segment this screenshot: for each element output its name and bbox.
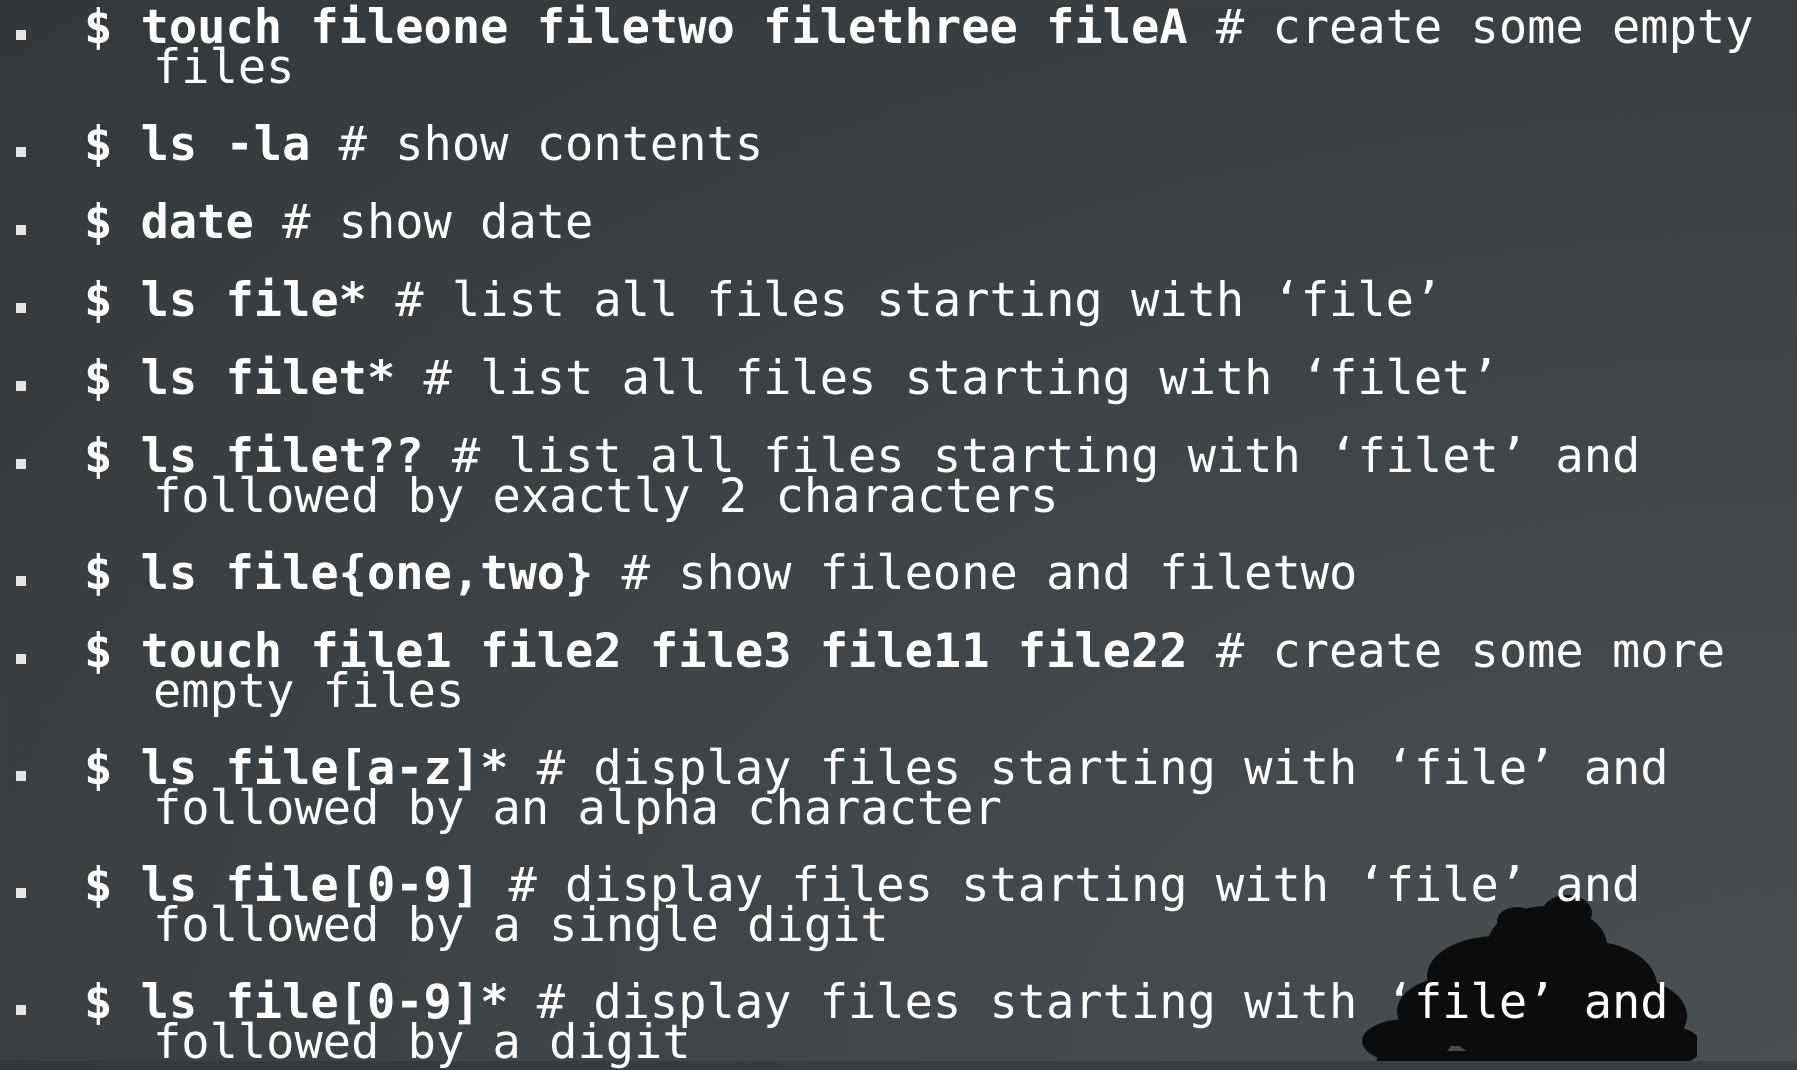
slide: $ touch fileone filetwo filethree fileA … (0, 0, 1797, 1069)
comment-continuation: empty files (153, 664, 465, 719)
square-bullet-icon (16, 771, 26, 781)
command-text: $ ls filet* (84, 351, 396, 406)
comment-continuation: followed by exactly 2 characters (153, 469, 1059, 524)
square-bullet-icon (16, 303, 26, 313)
command-line: $ ls file* # list all files starting wit… (84, 275, 1442, 327)
comment-text: # list all files starting with ‘filet’ (395, 351, 1499, 406)
comment-continuation: followed by an alpha character (153, 781, 1002, 836)
command-line: $ ls filet* # list all files starting wi… (84, 353, 1499, 405)
command-line: $ ls -la # show contents (84, 119, 763, 171)
square-bullet-icon (16, 381, 26, 391)
comment-text: # create some empty (1187, 0, 1754, 55)
square-bullet-icon (16, 1005, 26, 1015)
comment-text: # show date (253, 195, 594, 250)
comment-text: # show fileone and filetwo (593, 546, 1358, 601)
comment-continuation: files (153, 40, 295, 95)
command-text: $ ls file{one,two} (84, 546, 594, 601)
command-text: $ ls -la (84, 117, 311, 172)
comment-text: # create some more (1187, 624, 1726, 679)
square-bullet-icon (16, 459, 26, 469)
square-bullet-icon (16, 30, 26, 40)
command-line: $ date # show date (84, 197, 593, 249)
command-text: $ ls file* (84, 273, 367, 328)
square-bullet-icon (16, 225, 26, 235)
command-text: $ date (84, 195, 254, 250)
comment-text: # show contents (310, 117, 764, 172)
square-bullet-icon (16, 654, 26, 664)
comment-continuation: followed by a digit (153, 1015, 691, 1070)
square-bullet-icon (16, 576, 26, 586)
command-line: $ ls file{one,two} # show fileone and fi… (84, 548, 1357, 600)
square-bullet-icon (16, 147, 26, 157)
comment-text: # list all files starting with ‘file’ (366, 273, 1443, 328)
command-line: $ touch fileone filetwo filethree fileA … (84, 2, 1754, 54)
comment-continuation: followed by a single digit (153, 898, 889, 953)
square-bullet-icon (16, 888, 26, 898)
